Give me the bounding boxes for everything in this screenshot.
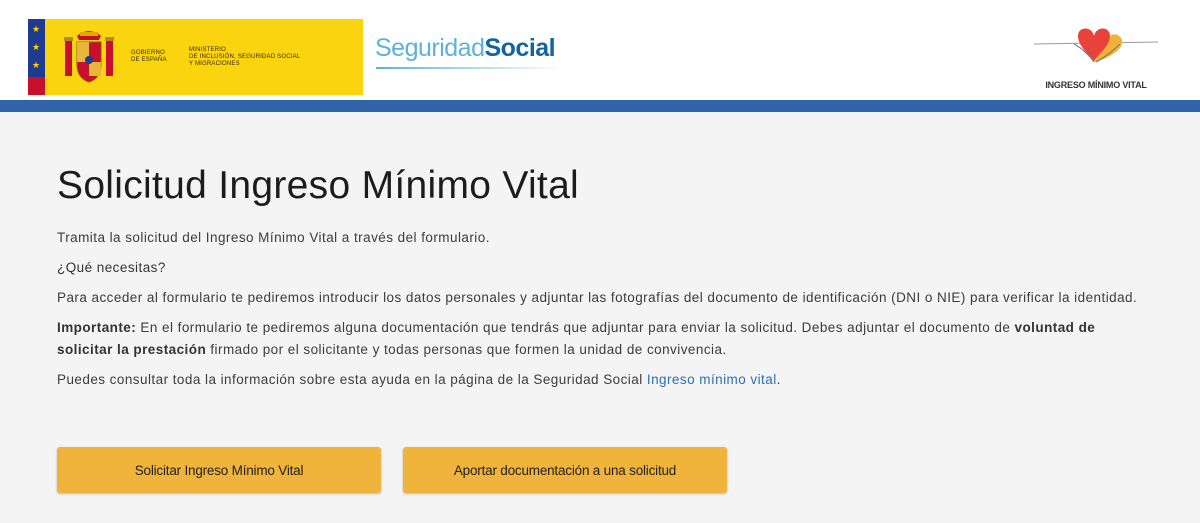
ingreso-minimo-vital-logo[interactable]: INGRESO MÍNIMO VITAL bbox=[1026, 22, 1166, 94]
ingreso-minimo-vital-link[interactable]: Ingreso mínimo vital bbox=[647, 372, 777, 387]
gobierno-de-espana-logo[interactable]: ★ ★ ★ GOBIERNO DE ESPAÑA MINISTERIO DE I… bbox=[28, 19, 363, 95]
info-end: . bbox=[776, 372, 781, 387]
ss-logo-light-text: Seguridad bbox=[375, 34, 485, 62]
gobierno-label: GOBIERNO DE ESPAÑA bbox=[131, 50, 167, 63]
solicitar-ingreso-button[interactable]: Solicitar Ingreso Mínimo Vital bbox=[57, 447, 381, 493]
info-paragraph: Puedes consultar toda la información sob… bbox=[57, 369, 1143, 391]
imv-logo-text: INGRESO MÍNIMO VITAL bbox=[1045, 80, 1147, 90]
important-text-2: firmado por el solicitante y todas perso… bbox=[206, 342, 727, 357]
page-title: Solicitud Ingreso Mínimo Vital bbox=[57, 164, 580, 207]
important-paragraph: Importante: En el formulario te pediremo… bbox=[57, 317, 1143, 361]
action-buttons: Solicitar Ingreso Mínimo Vital Aportar d… bbox=[57, 447, 727, 493]
seguridad-social-logo[interactable]: SeguridadSocial bbox=[375, 34, 556, 63]
needs-heading: ¿Qué necesitas? bbox=[57, 260, 166, 275]
eu-flag-icon: ★ ★ ★ bbox=[28, 19, 45, 95]
aportar-documentacion-button[interactable]: Aportar documentación a una solicitud bbox=[403, 447, 727, 493]
important-text-1: En el formulario te pediremos alguna doc… bbox=[136, 320, 1015, 335]
info-text: Puedes consultar toda la información sob… bbox=[57, 372, 647, 387]
main-content: Solicitud Ingreso Mínimo Vital Tramita l… bbox=[0, 112, 1143, 391]
important-label: Importante: bbox=[57, 320, 137, 335]
ss-logo-underline bbox=[376, 67, 564, 69]
header-divider-bar bbox=[0, 100, 1200, 112]
ss-logo-bold-text: Social bbox=[484, 34, 556, 62]
ministry-label: MINISTERIO DE INCLUSIÓN, SEGURIDAD SOCIA… bbox=[189, 46, 301, 67]
needs-text: Para acceder al formulario te pediremos … bbox=[57, 290, 1138, 305]
heart-hands-icon bbox=[1034, 28, 1158, 63]
intro-text: Tramita la solicitud del Ingreso Mínimo … bbox=[57, 230, 490, 245]
coat-of-arms-icon bbox=[64, 31, 114, 83]
site-header: ★ ★ ★ GOBIERNO DE ESPAÑA MINISTERIO DE I… bbox=[0, 0, 1200, 100]
